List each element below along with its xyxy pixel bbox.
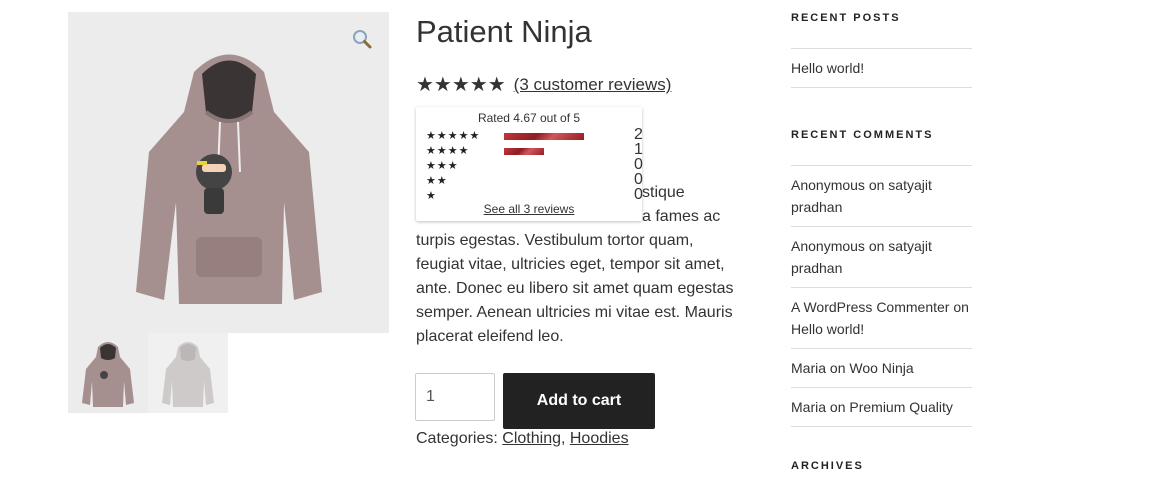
star-rating-icon[interactable]: ★★★★★ xyxy=(416,74,506,96)
category-separator: , xyxy=(560,430,570,447)
rating-bar xyxy=(504,178,584,185)
rating-row-2-stars: ★★ 0 xyxy=(426,171,643,189)
recent-posts-title: RECENT POSTS xyxy=(791,12,901,24)
list-item: Anonymous on satyajit pradhan xyxy=(791,227,972,288)
thumbnail-back-view[interactable] xyxy=(148,333,228,413)
rating-row-3-stars: ★★★ 0 xyxy=(426,156,643,174)
rating-bar-fill xyxy=(504,133,584,140)
see-all-reviews-link[interactable]: See all 3 reviews xyxy=(416,202,642,216)
recent-post-link[interactable]: Hello world! xyxy=(791,60,864,76)
comment-on-text: on xyxy=(864,177,889,193)
product-main-image[interactable] xyxy=(68,12,389,333)
stars-icon: ★★★★ xyxy=(426,145,470,157)
comment-author: Maria xyxy=(791,399,827,415)
comment-on-text: on xyxy=(949,299,969,315)
rating-bar-fill xyxy=(504,148,544,155)
rating-row: ★★★★★ (3 customer reviews) xyxy=(416,74,671,96)
archives-title: ARCHIVES xyxy=(791,460,864,472)
rating-bar xyxy=(504,148,584,155)
list-item: Hello world! xyxy=(791,49,972,88)
comment-on-text: on xyxy=(864,238,889,254)
rating-row-4-stars: ★★★★ 1 xyxy=(426,141,643,159)
product-categories: Categories: Clothing, Hoodies xyxy=(416,430,629,448)
comment-author: Anonymous xyxy=(791,177,865,193)
hoodie-image xyxy=(136,54,322,304)
stars-icon: ★★ xyxy=(426,175,448,187)
list-item: Maria on Premium Quality xyxy=(791,388,972,427)
recent-comments-title: RECENT COMMENTS xyxy=(791,129,934,141)
customer-reviews-link[interactable]: (3 customer reviews) xyxy=(514,75,672,95)
comment-author: Anonymous xyxy=(791,238,865,254)
comment-post-link[interactable]: Hello world! xyxy=(791,321,864,337)
rating-bar xyxy=(504,193,584,200)
rating-row-5-stars: ★★★★★ 2 xyxy=(426,126,643,144)
comment-author: Maria xyxy=(791,360,827,376)
add-to-cart-button[interactable]: Add to cart xyxy=(503,373,655,429)
rating-bar xyxy=(504,163,584,170)
product-title: Patient Ninja xyxy=(416,14,592,49)
list-item: A WordPress Commenter on Hello world! xyxy=(791,288,972,349)
category-link-hoodies[interactable]: Hoodies xyxy=(570,430,629,447)
magnifier-icon[interactable] xyxy=(351,28,373,50)
stars-icon: ★★★★★ xyxy=(426,130,481,142)
thumbnail-dark-hood[interactable] xyxy=(68,333,148,413)
desc-rest: turpis egestas. Vestibulum tortor quam, … xyxy=(416,232,734,345)
rating-bar xyxy=(504,133,584,140)
stars-icon: ★★★ xyxy=(426,160,459,172)
category-link-clothing[interactable]: Clothing xyxy=(502,430,561,447)
comment-on-text: on xyxy=(826,360,850,376)
quantity-input[interactable] xyxy=(415,373,495,421)
recent-comments-list: Anonymous on satyajit pradhan Anonymous o… xyxy=(791,165,972,427)
comment-post-link[interactable]: Premium Quality xyxy=(849,399,952,415)
categories-label: Categories: xyxy=(416,430,498,447)
rating-summary: Rated 4.67 out of 5 xyxy=(477,111,581,125)
comment-on-text: on xyxy=(826,399,850,415)
comment-author: A WordPress Commenter xyxy=(791,299,950,315)
comment-post-link[interactable]: Woo Ninja xyxy=(849,360,913,376)
recent-posts-list: Hello world! xyxy=(791,48,972,88)
list-item: Anonymous on satyajit pradhan xyxy=(791,166,972,227)
rating-breakdown-popup: Rated 4.67 out of 5 ★★★★★ 2 ★★★★ 1 ★★★ 0 ★★ 0 ★ 0… xyxy=(416,107,643,221)
list-item: Maria on Woo Ninja xyxy=(791,349,972,388)
